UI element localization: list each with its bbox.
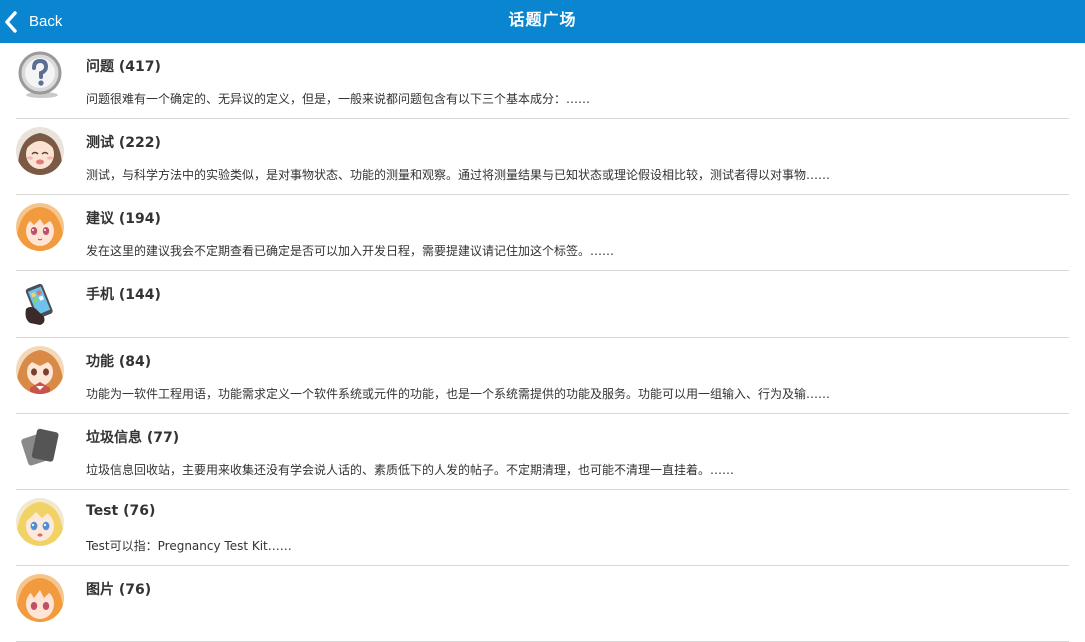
top-bar: Back 话题广场 bbox=[0, 0, 1085, 43]
anime-girl-avatar bbox=[16, 346, 64, 394]
topic-item-jianyi[interactable]: 建议 (194) 发在这里的建议我会不定期查看已确定是否可以加入开发日程，需要提… bbox=[16, 195, 1069, 271]
topic-item-spam[interactable]: 垃圾信息 (77) 垃圾信息回收站，主要用来收集还没有学会说人话的、素质低下的人… bbox=[16, 414, 1069, 490]
topic-description: Test可以指：Pregnancy Test Kit…… bbox=[86, 539, 292, 553]
topic-item-ceshi[interactable]: 测试 (222) 测试，与科学方法中的实验类似，是对事物状态、功能的测量和观察。… bbox=[16, 119, 1069, 195]
topic-item-test[interactable]: Test (76) Test可以指：Pregnancy Test Kit…… bbox=[16, 490, 1069, 566]
cards-icon bbox=[16, 422, 64, 470]
page-title: 话题广场 bbox=[508, 10, 577, 29]
topic-title[interactable]: 手机 (144) bbox=[86, 284, 161, 304]
anime-girl-avatar bbox=[16, 574, 64, 622]
topic-item-shouji[interactable]: 手机 (144) bbox=[16, 271, 1069, 338]
phone-in-hand-icon bbox=[16, 279, 64, 327]
anime-girl-avatar bbox=[16, 203, 64, 251]
topic-description: 功能为一软件工程用语，功能需求定义一个软件系统或元件的功能，也是一个系统需提供的… bbox=[86, 387, 831, 401]
topic-description: 垃圾信息回收站，主要用来收集还没有学会说人话的、素质低下的人发的帖子。不定期清理… bbox=[86, 463, 735, 477]
anime-girl-avatar bbox=[16, 127, 64, 175]
topic-title[interactable]: 垃圾信息 (77) bbox=[86, 427, 179, 447]
topic-item-tupian[interactable]: 图片 (76) bbox=[16, 566, 1069, 642]
question-mark-icon bbox=[16, 51, 64, 99]
topic-description: 测试，与科学方法中的实验类似，是对事物状态、功能的测量和观察。通过将测量结果与已… bbox=[86, 168, 831, 182]
topic-title[interactable]: Test (76) bbox=[86, 503, 155, 519]
topic-title[interactable]: 图片 (76) bbox=[86, 579, 151, 599]
topic-item-gongneng[interactable]: 功能 (84) 功能为一软件工程用语，功能需求定义一个软件系统或元件的功能，也是… bbox=[16, 338, 1069, 414]
topic-description: 发在这里的建议我会不定期查看已确定是否可以加入开发日程，需要提建议请记住加这个标… bbox=[86, 244, 615, 258]
topic-list: 问题 (417) 问题很难有一个确定的、无异议的定义，但是，一般来说都问题包含有… bbox=[16, 43, 1069, 642]
topic-title[interactable]: 测试 (222) bbox=[86, 132, 161, 152]
topic-title[interactable]: 建议 (194) bbox=[86, 208, 161, 228]
anime-girl-avatar bbox=[16, 498, 64, 546]
topic-description: 问题很难有一个确定的、无异议的定义，但是，一般来说都问题包含有以下三个基本成分：… bbox=[86, 92, 591, 106]
topic-item-questions[interactable]: 问题 (417) 问题很难有一个确定的、无异议的定义，但是，一般来说都问题包含有… bbox=[16, 43, 1069, 119]
topic-title[interactable]: 功能 (84) bbox=[86, 351, 151, 371]
topic-title[interactable]: 问题 (417) bbox=[86, 56, 161, 76]
